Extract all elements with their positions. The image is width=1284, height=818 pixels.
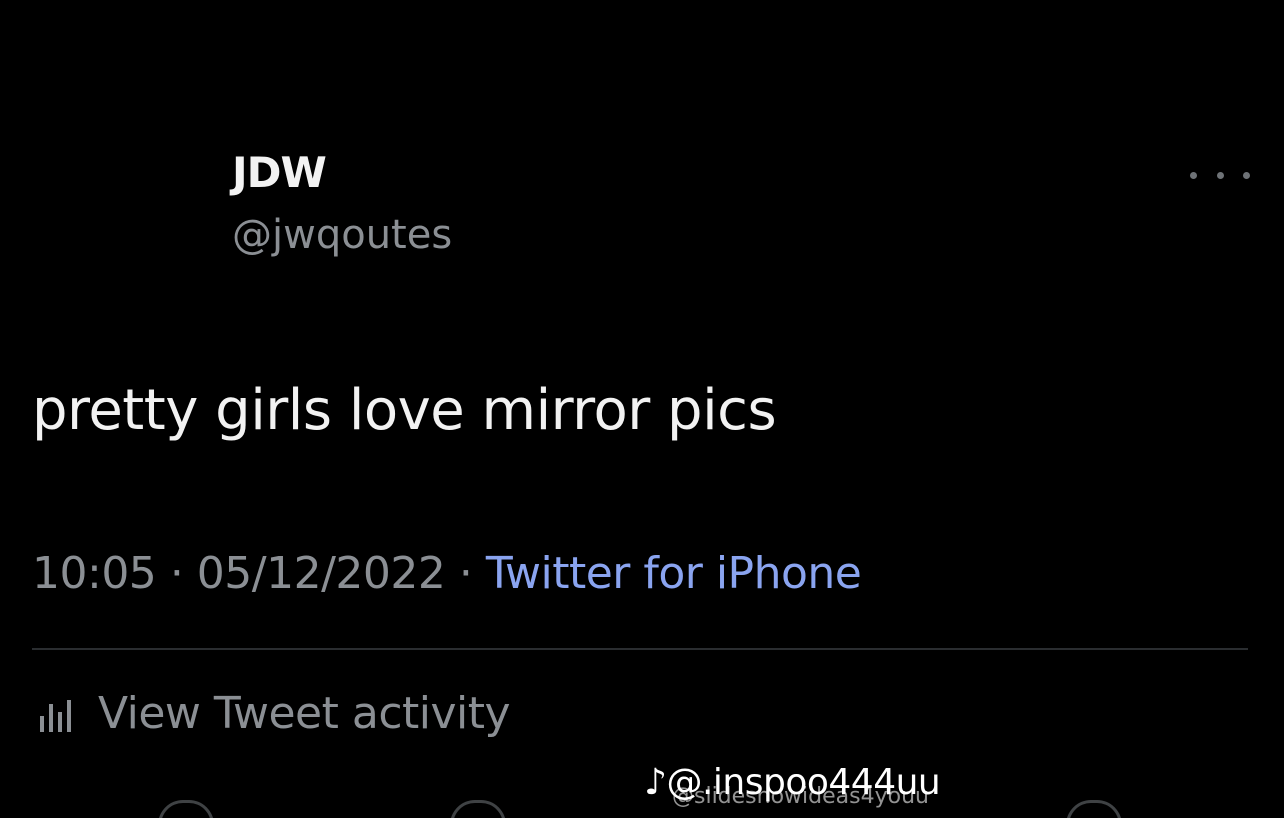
more-dot — [1216, 171, 1224, 179]
share-icon[interactable] — [1066, 800, 1122, 818]
watermark-handle: @.inspoo444uu — [666, 762, 941, 803]
user-handle[interactable]: @jwqoutes — [232, 212, 452, 258]
retweet-icon[interactable] — [450, 800, 506, 818]
tiktok-logo-icon: ♪ — [644, 762, 667, 803]
watermark: ♪@.inspoo444uu — [644, 762, 941, 803]
display-name[interactable]: JDW — [232, 148, 327, 197]
more-options-icon[interactable] — [1190, 160, 1250, 190]
more-dot — [1243, 171, 1250, 179]
bar-chart-icon — [40, 699, 71, 732]
meta-separator: · — [458, 548, 486, 599]
tweet-source-link[interactable]: Twitter for iPhone — [486, 548, 862, 599]
tweet-meta: 10:05 · 05/12/2022 · Twitter for iPhone — [32, 548, 862, 599]
view-tweet-activity-label: View Tweet activity — [98, 688, 511, 739]
reply-icon[interactable] — [158, 800, 214, 818]
view-tweet-activity-button[interactable]: View Tweet activity — [36, 688, 511, 739]
more-dot — [1190, 171, 1197, 179]
divider — [32, 648, 1248, 650]
tweet-detail: JDW @jwqoutes pretty girls love mirror p… — [0, 0, 1284, 818]
tweet-text: pretty girls love mirror pics — [32, 378, 777, 443]
tweet-time: 10:05 — [32, 548, 157, 599]
meta-separator: · — [169, 548, 197, 599]
tweet-date: 05/12/2022 — [196, 548, 446, 599]
